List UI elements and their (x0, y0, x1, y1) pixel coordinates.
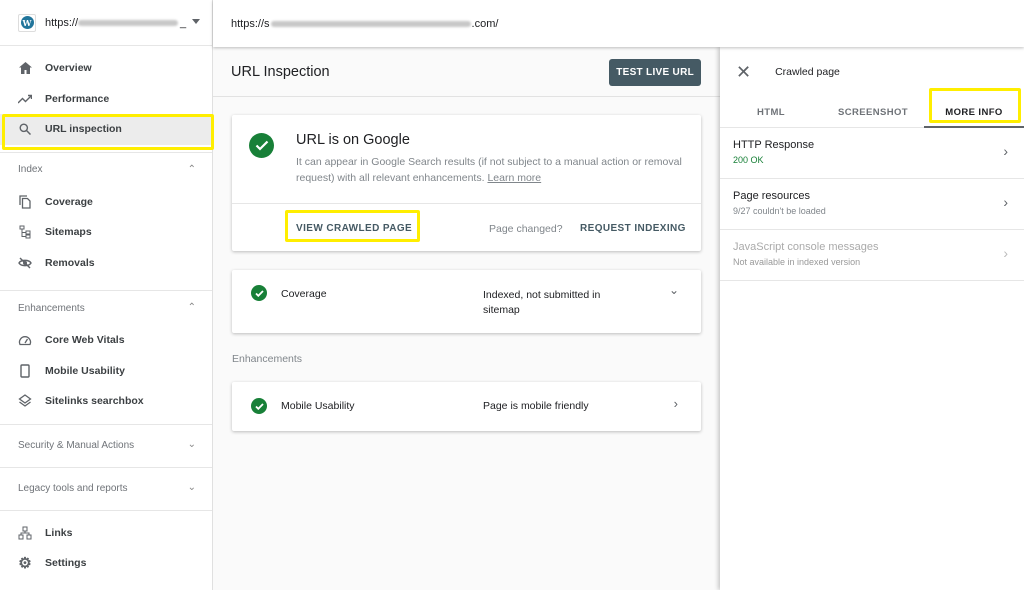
sidebar-item-label: Sitelinks searchbox (45, 395, 144, 408)
item-subtitle: 9/27 couldn't be loaded (733, 206, 826, 216)
sidebar-item-mobile-usability[interactable]: Mobile Usability (0, 356, 212, 387)
chevron-up-icon: ⌃ (187, 163, 196, 175)
main-content: URL Inspection TEST LIVE URL URL is on G… (213, 47, 720, 590)
links-icon (18, 526, 32, 540)
chevron-down-icon: ⌄ (187, 481, 196, 493)
page-resources-item[interactable]: Page resources 9/27 couldn't be loaded › (720, 179, 1024, 230)
chevron-right-icon[interactable]: › (674, 396, 678, 411)
section-legacy[interactable]: Legacy tools and reports ⌄ (0, 468, 212, 510)
check-circle-icon (249, 133, 274, 158)
check-circle-icon (251, 285, 267, 301)
chevron-down-icon[interactable]: ⌄ (669, 283, 679, 297)
chevron-right-icon: › (1003, 194, 1008, 210)
sidebar-item-performance[interactable]: Performance (0, 84, 212, 115)
chevron-up-icon: ⌃ (187, 302, 196, 313)
section-enhancements[interactable]: Enhancements ⌃ (0, 291, 212, 325)
property-selector[interactable]: W https://_ (0, 0, 212, 46)
verdict-card: URL is on Google It can appear in Google… (232, 115, 701, 251)
item-title: HTTP Response (733, 139, 815, 151)
eye-off-icon (18, 256, 32, 270)
smartphone-icon (18, 364, 32, 378)
sidebar-item-core-web-vitals[interactable]: Core Web Vitals (0, 325, 212, 356)
search-icon (18, 122, 32, 136)
section-security[interactable]: Security & Manual Actions ⌄ (0, 425, 212, 467)
view-crawled-page-button[interactable]: VIEW CRAWLED PAGE (296, 223, 412, 234)
page-title: URL Inspection (231, 63, 330, 80)
inspected-url-suffix: .com/ (471, 17, 499, 30)
coverage-value: Indexed, not submitted in sitemap (483, 289, 601, 316)
sidebar-item-overview[interactable]: Overview (0, 53, 212, 84)
coverage-icon (18, 195, 32, 209)
sidebar-item-label: Overview (45, 62, 92, 75)
gear-icon: ⚙ (18, 555, 32, 573)
mobile-usability-label: Mobile Usability (281, 400, 355, 412)
sidebar-item-label: Removals (45, 256, 95, 269)
page-changed-label: Page changed? (489, 223, 563, 235)
sidebar-item-coverage[interactable]: Coverage (0, 187, 212, 218)
sidebar-item-label: Core Web Vitals (45, 334, 125, 347)
section-title: Security & Manual Actions (18, 440, 135, 451)
mobile-usability-value: Page is mobile friendly (483, 400, 589, 412)
property-url: https://_ (45, 16, 187, 29)
mobile-usability-card[interactable]: Mobile Usability Page is mobile friendly… (232, 382, 701, 431)
section-index[interactable]: Index ⌃ (0, 153, 212, 187)
sidebar-item-sitelinks-searchbox[interactable]: Sitelinks searchbox (0, 386, 212, 417)
enhancements-heading: Enhancements (232, 353, 303, 365)
home-icon (18, 61, 32, 75)
http-status: 200 OK (733, 155, 764, 165)
sidebar-item-label: Performance (45, 92, 110, 105)
inspect-url-bar[interactable]: https://s .com/ (213, 0, 1024, 47)
sidebar-item-links[interactable]: Links (0, 518, 212, 549)
coverage-label: Coverage (281, 288, 327, 300)
chevron-down-icon: ⌄ (187, 438, 196, 450)
sidebar-item-label: Mobile Usability (45, 364, 125, 377)
sidebar-item-label: Sitemaps (45, 226, 92, 239)
trending-up-icon (18, 92, 32, 106)
verdict-title: URL is on Google (296, 132, 410, 148)
request-indexing-button[interactable]: REQUEST INDEXING (580, 223, 686, 234)
sidebar-item-label: Coverage (45, 195, 93, 208)
close-icon[interactable]: ✕ (736, 62, 751, 83)
panel-title: Crawled page (775, 66, 840, 78)
tab-screenshot[interactable]: SCREENSHOT (822, 97, 924, 127)
gauge-icon (18, 333, 32, 347)
section-title: Index (18, 164, 43, 175)
panel-tabs: HTML SCREENSHOT MORE INFO (720, 97, 1024, 128)
check-circle-icon (251, 398, 267, 414)
crawled-page-panel: ✕ Crawled page HTML SCREENSHOT MORE INFO… (720, 47, 1024, 590)
sidebar-item-removals[interactable]: Removals (0, 248, 212, 279)
coverage-card[interactable]: Coverage Indexed, not submitted in sitem… (232, 270, 701, 333)
chevron-right-icon: › (1003, 245, 1008, 261)
js-console-item: JavaScript console messages Not availabl… (720, 230, 1024, 281)
sidebar: W https://_ Overview Performance URL ins… (0, 0, 213, 590)
learn-more-link[interactable]: Learn more (487, 172, 541, 184)
item-title: JavaScript console messages (733, 241, 879, 253)
chevron-right-icon: › (1003, 143, 1008, 159)
sidebar-item-label: Settings (45, 557, 87, 570)
sidebar-item-sitemaps[interactable]: Sitemaps (0, 217, 212, 248)
inspected-url-prefix: https://s (231, 17, 270, 30)
section-title: Legacy tools and reports (18, 483, 128, 494)
sidebar-item-label: URL inspection (45, 123, 122, 136)
sidebar-item-label: Links (45, 526, 73, 539)
sitemap-icon (18, 225, 32, 239)
url-redacted (270, 20, 471, 27)
item-subtitle: Not available in indexed version (733, 257, 861, 267)
layers-icon (18, 394, 32, 408)
tab-more-info[interactable]: MORE INFO (924, 97, 1024, 127)
sidebar-item-url-inspection[interactable]: URL inspection (0, 114, 212, 145)
wordpress-icon: W (18, 13, 36, 32)
verdict-description: It can appear in Google Search results (… (296, 154, 686, 186)
http-response-item[interactable]: HTTP Response 200 OK › (720, 128, 1024, 179)
item-title: Page resources (733, 190, 811, 202)
dropdown-caret-icon (192, 19, 200, 24)
section-title: Enhancements (18, 302, 85, 314)
test-live-url-button[interactable]: TEST LIVE URL (609, 59, 701, 86)
tab-html[interactable]: HTML (720, 97, 822, 127)
sidebar-item-settings[interactable]: ⚙ Settings (0, 548, 212, 579)
